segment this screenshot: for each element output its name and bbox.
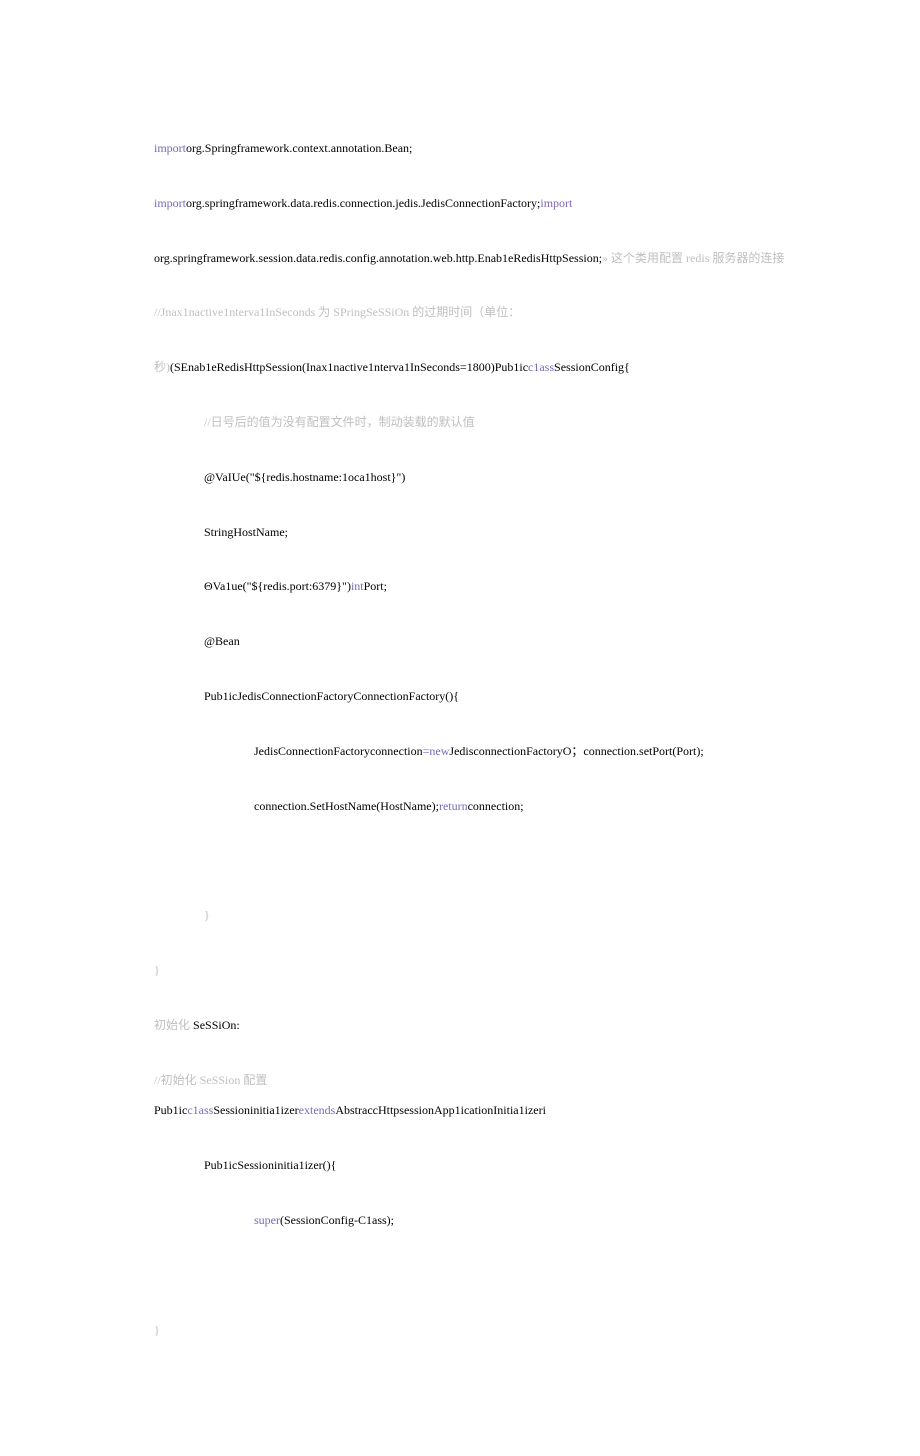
code-line: } <box>154 907 840 924</box>
text: 初始化 <box>154 1018 193 1032</box>
code-line: ΘVa1ue("${redis.port:6379}")intPort; <box>154 578 840 595</box>
text: SeSSiOn: <box>193 1018 240 1032</box>
code-text: @Bean <box>204 634 240 648</box>
code-text: Sessioninitia1izer <box>213 1103 298 1117</box>
code-text: connection.SetHostName(HostName); <box>254 799 439 813</box>
comment: 秒) <box>154 360 170 374</box>
code-text: org.springframework.data.redis.connectio… <box>186 196 540 210</box>
code-text: (SEnab1eRedisHttpSession(Inax1nactive1nt… <box>170 360 528 374</box>
code-text: (SessionConfig-C1ass); <box>280 1213 394 1227</box>
keyword: import <box>154 141 186 155</box>
keyword: c1ass <box>528 360 554 374</box>
code-line: //初始化 SeSSion 配置 <box>154 1072 840 1089</box>
comment: //初始化 SeSSion 配置 <box>154 1073 267 1087</box>
code-text: Port; <box>364 579 387 593</box>
comment: » <box>602 251 611 265</box>
code-line: } <box>154 1322 840 1339</box>
keyword: super <box>254 1213 280 1227</box>
code-line: Pub1icc1assSessioninitia1izerextendsAbst… <box>154 1102 840 1119</box>
keyword: new <box>429 744 449 758</box>
keyword: return <box>439 799 468 813</box>
code-text: @VaIUe("${redis.hostname:1oca1host}") <box>204 470 405 484</box>
comment: //日号后的值为没有配置文件时，制动装载的默认值 <box>204 415 475 429</box>
code-line: } <box>154 962 840 979</box>
brace: } <box>154 1323 160 1337</box>
code-text: org.Springframework.context.annotation.B… <box>186 141 412 155</box>
code-text: Pub1icSessioninitia1izer(){ <box>204 1158 336 1172</box>
comment: //Jnax1nactive1nterva1InSeconds 为 SPring… <box>154 305 520 319</box>
blank-line <box>154 852 840 869</box>
code-document: importorg.Springframework.context.annota… <box>0 0 920 1456</box>
code-text: SessionConfig{ <box>554 360 630 374</box>
code-text: JedisConnectionFactoryconnection <box>254 744 423 758</box>
keyword: c1ass <box>187 1103 213 1117</box>
code-line: Pub1icSessioninitia1izer(){ <box>154 1157 840 1174</box>
keyword: import <box>540 196 572 210</box>
code-line: super(SessionConfig-C1ass); <box>154 1212 840 1229</box>
comment: 这个类用配置 redis 服务器的连接 <box>611 251 784 265</box>
code-text: ΘVa1ue("${redis.port:6379}") <box>204 579 351 593</box>
code-text: org.springframework.session.data.redis.c… <box>154 251 602 265</box>
brace: } <box>204 908 210 922</box>
code-line: org.springframework.session.data.redis.c… <box>154 250 840 267</box>
brace: } <box>154 963 160 977</box>
keyword: int <box>351 579 364 593</box>
code-text: AbstraccHttpsessionApp1icationInitia1ize… <box>335 1103 546 1117</box>
code-line: 秒)(SEnab1eRedisHttpSession(Inax1nactive1… <box>154 359 840 376</box>
code-line: Pub1icJedisConnectionFactoryConnectionFa… <box>154 688 840 705</box>
code-text: Pub1icJedisConnectionFactoryConnectionFa… <box>204 689 459 703</box>
code-line: importorg.springframework.data.redis.con… <box>154 195 840 212</box>
blank-line <box>154 1267 840 1284</box>
keyword: import <box>154 196 186 210</box>
code-text: Pub1ic <box>154 1103 187 1117</box>
code-line: StringHostName; <box>154 524 840 541</box>
code-text: connection; <box>468 799 524 813</box>
code-line: //Jnax1nactive1nterva1InSeconds 为 SPring… <box>154 304 840 321</box>
code-line: @VaIUe("${redis.hostname:1oca1host}") <box>154 469 840 486</box>
code-line: @Bean <box>154 633 840 650</box>
code-text: JedisconnectionFactoryO；connection.setPo… <box>449 744 703 758</box>
keyword: extends <box>299 1103 336 1117</box>
code-line: 初始化 SeSSiOn: <box>154 1017 840 1034</box>
code-line: JedisConnectionFactoryconnection=newJedi… <box>154 743 840 760</box>
code-text: StringHostName; <box>204 525 288 539</box>
code-line: importorg.Springframework.context.annota… <box>154 140 840 157</box>
code-line: //日号后的值为没有配置文件时，制动装载的默认值 <box>154 414 840 431</box>
code-line: connection.SetHostName(HostName);returnc… <box>154 798 840 815</box>
